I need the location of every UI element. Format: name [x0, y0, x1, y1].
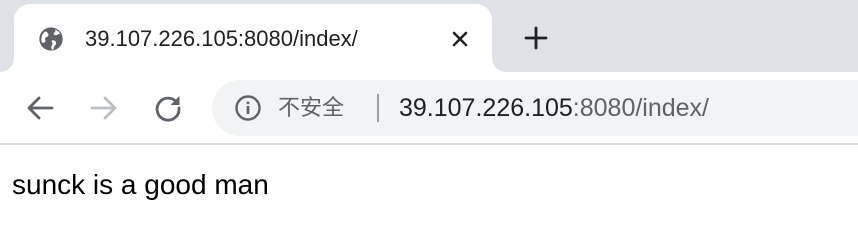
- tab-title: 39.107.226.105:8080/index/: [85, 26, 358, 51]
- page-content: sunck is a good man: [0, 147, 858, 242]
- browser-toolbar: 不安全 39.107.226.105:8080/index/: [0, 72, 858, 145]
- security-label[interactable]: 不安全: [278, 94, 344, 122]
- active-tab[interactable]: 39.107.226.105:8080/index/: [0, 4, 506, 72]
- close-icon[interactable]: [446, 25, 474, 53]
- url-host: 39.107.226.105: [399, 94, 573, 122]
- tab-left-corner: [0, 58, 14, 72]
- page-text: sunck is a good man: [12, 169, 269, 200]
- arrow-right-icon[interactable]: [88, 92, 120, 124]
- tab-strip: 39.107.226.105:8080/index/: [0, 0, 858, 72]
- globe-icon: [37, 25, 65, 53]
- info-icon[interactable]: [234, 94, 262, 122]
- address-bar[interactable]: 不安全 39.107.226.105:8080/index/: [212, 80, 858, 136]
- reload-icon[interactable]: [152, 92, 184, 124]
- arrow-left-icon[interactable]: [24, 92, 56, 124]
- omnibox-divider: [377, 94, 379, 122]
- plus-icon[interactable]: [520, 22, 552, 54]
- url-path: :8080/index/: [572, 94, 709, 122]
- url-text[interactable]: 39.107.226.105:8080/index/: [399, 93, 709, 123]
- tab-right-corner: [492, 58, 506, 72]
